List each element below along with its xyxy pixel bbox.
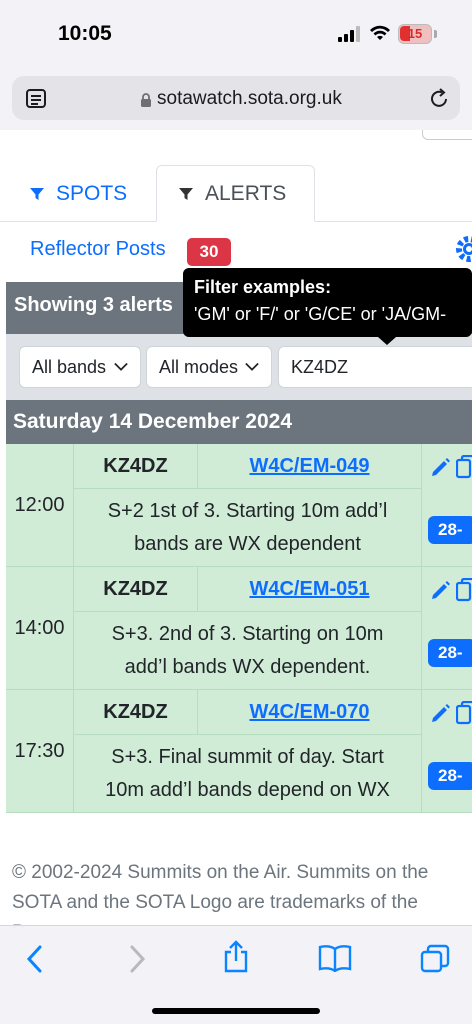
alert-comment: S+2 1st of 3. Starting 10m add’l bands a… [74,489,422,567]
filter-row: All bands All modes KZ4DZ [6,334,472,400]
alert-comment-line: bands are WX dependent [134,533,361,555]
status-bar: 10:05 15 [0,0,472,70]
mode-select-value: All modes [159,357,239,377]
alert-comment: S+3. Final summit of day. Start 10m add’… [74,735,422,813]
date-header: Saturday 14 December 2024 [6,400,472,444]
tooltip-title: Filter examples: [194,277,332,297]
footer-line: SOTA and the SOTA Logo are trademarks of… [12,892,418,913]
showing-count: Showing 3 alerts [14,294,173,316]
footer-line: © 2002-2024 Summits on the Air. Summits … [12,862,429,883]
alert-summit-link[interactable]: W4C/EM-051 [198,567,422,612]
tab-alerts-label: ALERTS [205,181,287,205]
frequency-badge: 28- [428,762,472,790]
alert-comment-line: add’l bands WX dependent. [124,656,371,678]
copy-icon[interactable] [456,455,472,479]
tooltip-body: 'GM' or 'F/' or 'G/CE' or 'JA/GM- [194,304,447,324]
alert-time: 17:30 [6,690,74,813]
home-indicator [152,1008,320,1014]
chevron-down-icon [243,362,259,372]
alert-summit-link[interactable]: W4C/EM-070 [198,690,422,735]
frequency-badge: 28- [428,516,472,544]
edit-icon[interactable] [430,702,452,724]
alert-actions: 28- [422,567,472,690]
callsign-filter-input[interactable]: KZ4DZ [278,346,472,388]
alert-comment-line: S+3. Final summit of day. Start [111,746,384,768]
frequency-badge: 28- [428,639,472,667]
funnel-icon [30,187,44,200]
alert-row: 14:00 KZ4DZ W4C/EM-051 S+3. 2nd of 3. St… [6,567,472,690]
alert-callsign: KZ4DZ [74,690,198,735]
alert-actions: 28- [422,444,472,567]
alert-summit-link[interactable]: W4C/EM-049 [198,444,422,489]
alert-callsign: KZ4DZ [74,444,198,489]
reflector-count-badge: 30 [187,238,231,266]
address-bar[interactable]: sotawatch.sota.org.uk [12,76,460,120]
back-icon[interactable] [24,944,46,974]
url-text[interactable]: sotawatch.sota.org.uk [157,88,342,110]
alert-comment-line: 10m add’l bands depend on WX [105,779,390,801]
browser-chrome: sotawatch.sota.org.uk [0,70,472,130]
battery-level: 15 [407,26,423,41]
alert-callsign: KZ4DZ [74,567,198,612]
band-select-value: All bands [32,357,107,377]
bookmarks-icon[interactable] [318,944,352,972]
funnel-icon [179,187,193,200]
date-header-text: Saturday 14 December 2024 [13,410,292,433]
signal-icon [338,26,362,42]
filter-tooltip: Filter examples: 'GM' or 'F/' or 'G/CE' … [183,268,472,337]
forward-icon[interactable] [126,944,148,974]
tabs-icon[interactable] [420,944,450,974]
alert-comment: S+3. 2nd of 3. Starting on 10m add’l ban… [74,612,422,690]
copy-icon[interactable] [456,578,472,602]
tab-alerts[interactable]: ALERTS [156,165,315,222]
filter-input-value: KZ4DZ [291,357,349,377]
alert-time: 14:00 [6,567,74,690]
reader-icon[interactable] [26,89,48,109]
alert-actions: 28- [422,690,472,813]
alert-comment-line: S+3. 2nd of 3. Starting on 10m [111,623,384,645]
gear-icon[interactable] [454,234,472,264]
chevron-down-icon [112,362,128,372]
edit-icon[interactable] [430,579,452,601]
status-time: 10:05 [58,22,112,45]
edit-icon[interactable] [430,456,452,478]
footer-copyright: © 2002-2024 Summits on the Air. Summits … [12,858,472,928]
reload-icon[interactable] [428,88,450,110]
alert-time: 12:00 [6,444,74,567]
tab-spots-label: SPOTS [56,181,128,205]
partial-header-button [422,130,472,140]
wifi-icon [370,25,390,40]
battery-icon: 15 [398,24,432,44]
tab-spots[interactable]: SPOTS [30,165,127,222]
band-select[interactable]: All bands [19,346,141,388]
alert-row: 17:30 KZ4DZ W4C/EM-070 S+3. Final summit… [6,690,472,813]
lock-icon [141,93,151,107]
share-icon[interactable] [222,940,250,974]
copy-icon[interactable] [456,701,472,725]
reflector-posts-link[interactable]: Reflector Posts [30,238,166,261]
alert-row: 12:00 KZ4DZ W4C/EM-049 S+2 1st of 3. Sta… [6,444,472,567]
alert-comment-line: S+2 1st of 3. Starting 10m add’l [107,500,388,522]
tooltip-arrow [378,337,396,345]
mode-select[interactable]: All modes [146,346,272,388]
alerts-panel: Showing 3 alerts All bands All modes KZ4… [6,282,472,813]
